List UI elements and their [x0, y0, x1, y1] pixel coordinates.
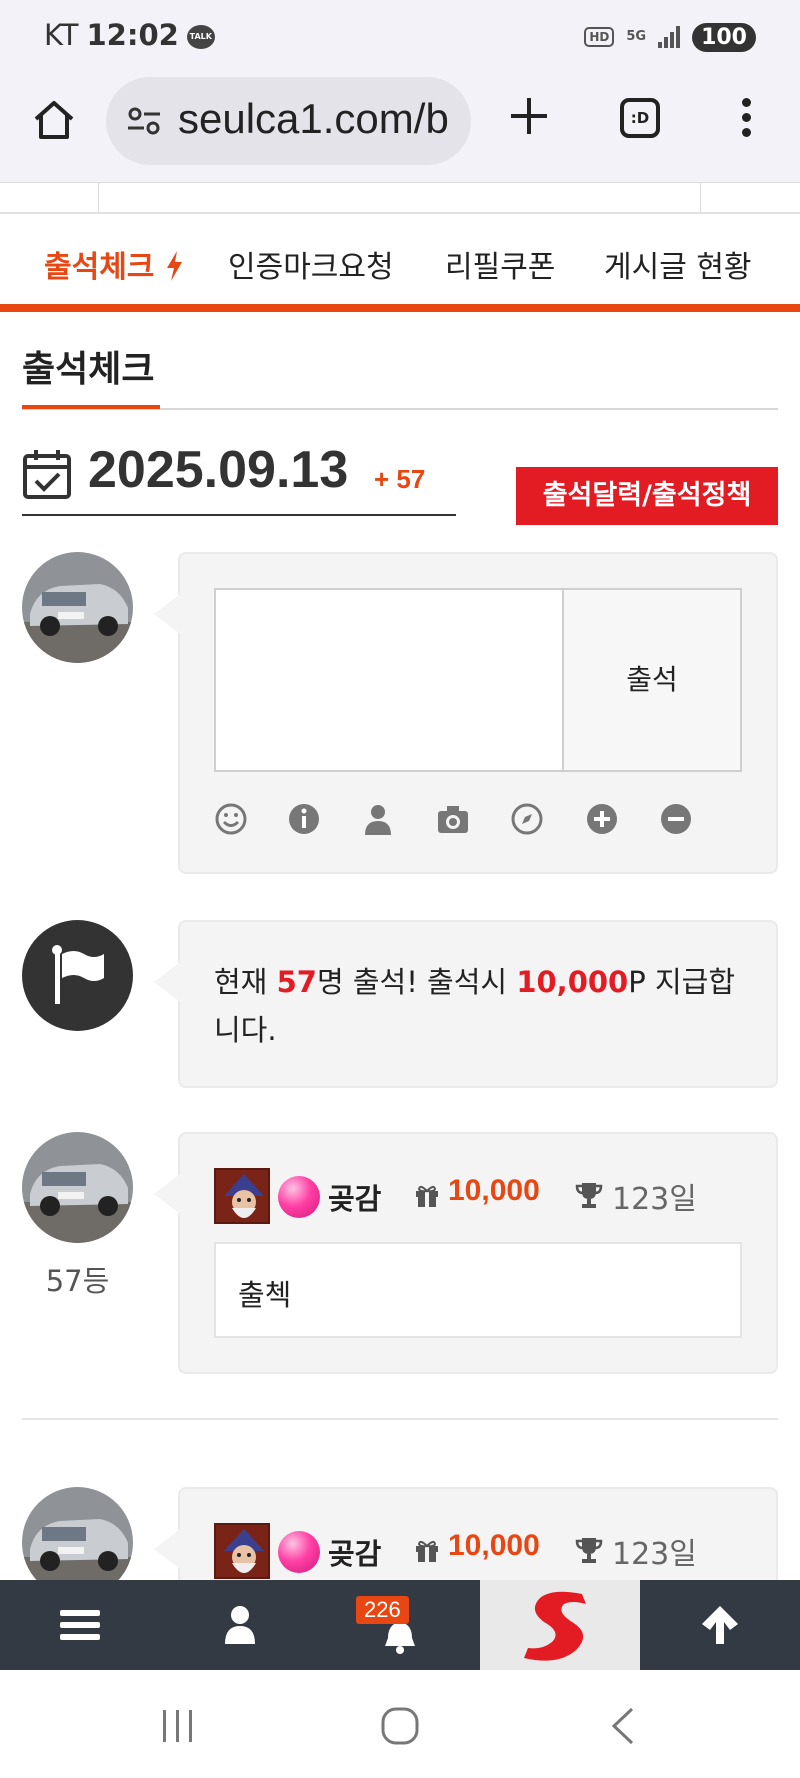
attend-button[interactable]: 출석 — [562, 588, 742, 772]
date-bar: 2025.09.13 + 57 — [22, 440, 456, 516]
notification-badge: 226 — [356, 1596, 409, 1624]
notice-prefix: 현재 — [214, 965, 277, 999]
level-badge-icon — [214, 1523, 270, 1579]
level-badge-icon — [214, 1168, 270, 1224]
battery-icon: 100 — [692, 22, 756, 52]
notice-count: 57 — [276, 965, 317, 999]
status-bar: KT 12:02 TALK HD 5G 100 — [0, 0, 800, 72]
post-header: 곶감 10,000 123일 — [214, 1168, 754, 1224]
new-tab-icon[interactable] — [505, 92, 553, 140]
menu-button[interactable] — [0, 1580, 160, 1670]
sub-nav-strip — [0, 182, 800, 214]
flag-avatar — [22, 920, 133, 1031]
comment-textarea[interactable] — [214, 588, 564, 772]
logo-icon — [524, 1591, 586, 1661]
avatar[interactable] — [22, 1132, 133, 1243]
notice-middle: 명 출석! 출석시 — [316, 965, 517, 999]
nickname[interactable]: 곶감 — [328, 1176, 381, 1218]
bottom-nav: 226 — [0, 1580, 800, 1670]
clock: 12:02 — [86, 18, 179, 52]
site-logo[interactable] — [480, 1580, 640, 1670]
tab-attendance[interactable]: 출석체크 — [44, 242, 183, 286]
scroll-top-button[interactable] — [640, 1580, 800, 1670]
home-icon[interactable] — [32, 98, 76, 142]
compose-box: 출석 — [154, 552, 778, 874]
gift-icon — [416, 1185, 438, 1207]
url-bar[interactable]: seulca1.com/b — [106, 77, 471, 165]
streak-days: 123일 — [612, 1182, 697, 1217]
avatar — [22, 552, 133, 663]
plus-circle-icon[interactable] — [585, 802, 619, 836]
back-icon[interactable] — [608, 1706, 638, 1746]
attendance-post: 곶감 10,000 123일 출첵 — [154, 1132, 778, 1374]
notifications-button[interactable] — [320, 1580, 480, 1670]
info-icon[interactable] — [287, 802, 321, 836]
page-title: 출석체크 — [22, 349, 155, 390]
grade-ball-icon — [278, 1176, 320, 1218]
tab-switcher-button[interactable]: :D — [620, 98, 660, 138]
reward-points: 10,000 — [448, 1529, 540, 1562]
more-menu-icon[interactable] — [740, 98, 752, 138]
compass-icon[interactable] — [510, 802, 544, 836]
status-right: HD 5G 100 — [584, 20, 756, 54]
tab-refill-coupon[interactable]: 리필쿠폰 — [445, 242, 555, 286]
network-icon: 5G — [626, 29, 647, 44]
profile-button[interactable] — [160, 1580, 320, 1670]
calendar-check-icon — [23, 450, 71, 499]
attendance-notice: 현재 57명 출석! 출석시 10,000P 지급합니다. — [214, 958, 754, 1054]
tab-certification[interactable]: 인증마크요청 — [228, 242, 394, 286]
url-text[interactable]: seulca1.com/b — [178, 95, 449, 143]
carrier: KT — [44, 18, 79, 52]
trophy-icon — [575, 1538, 603, 1563]
post-header: 곶감 10,000 123일 — [214, 1523, 754, 1579]
hamburger-icon — [60, 1610, 100, 1640]
flag-icon — [52, 945, 104, 1004]
compose-toolbar — [214, 802, 734, 842]
rank-label: 57등 — [45, 1264, 110, 1298]
attendance-count: + 57 — [374, 464, 426, 494]
nickname[interactable]: 곶감 — [328, 1531, 381, 1573]
kakaotalk-icon: TALK — [186, 25, 215, 49]
reward-points: 10,000 — [448, 1174, 540, 1207]
bell-icon — [385, 1622, 415, 1654]
calendar-policy-button[interactable]: 출석달력/출석정책 — [516, 467, 778, 525]
minus-circle-icon[interactable] — [659, 802, 693, 836]
status-left: KT 12:02 TALK — [44, 18, 215, 52]
post-divider — [22, 1418, 778, 1420]
grade-ball-icon — [278, 1531, 320, 1573]
post-content: 출첵 — [214, 1242, 742, 1338]
notice-points: 10,000 — [516, 965, 629, 999]
signal-icon — [658, 26, 681, 48]
notice-box: 현재 57명 출석! 출석시 10,000P 지급합니다. — [154, 920, 778, 1088]
hd-icon: HD — [584, 27, 615, 47]
user-icon[interactable] — [361, 802, 395, 836]
smiley-icon[interactable] — [214, 802, 248, 836]
trophy-icon — [575, 1183, 603, 1208]
attendance-date: 2025.09.13 — [88, 441, 349, 499]
site-settings-icon[interactable] — [126, 103, 162, 139]
recent-apps-icon[interactable] — [160, 1708, 196, 1744]
system-nav-bar — [0, 1670, 800, 1778]
tab-label: 출석체크 — [44, 250, 155, 285]
tab-post-status[interactable]: 게시글 현황 — [604, 242, 752, 286]
browser-toolbar: seulca1.com/b :D — [0, 72, 800, 182]
gift-icon — [416, 1540, 438, 1562]
camera-icon[interactable] — [436, 802, 470, 836]
user-icon — [225, 1606, 255, 1644]
home-button-icon[interactable] — [380, 1706, 420, 1746]
arrow-up-icon — [702, 1606, 738, 1644]
lightning-icon — [166, 251, 182, 281]
title-underline — [22, 405, 160, 409]
streak-days: 123일 — [612, 1537, 697, 1572]
category-tabs: 출석체크 인증마크요청 리필쿠폰 게시글 현황 — [0, 216, 800, 312]
